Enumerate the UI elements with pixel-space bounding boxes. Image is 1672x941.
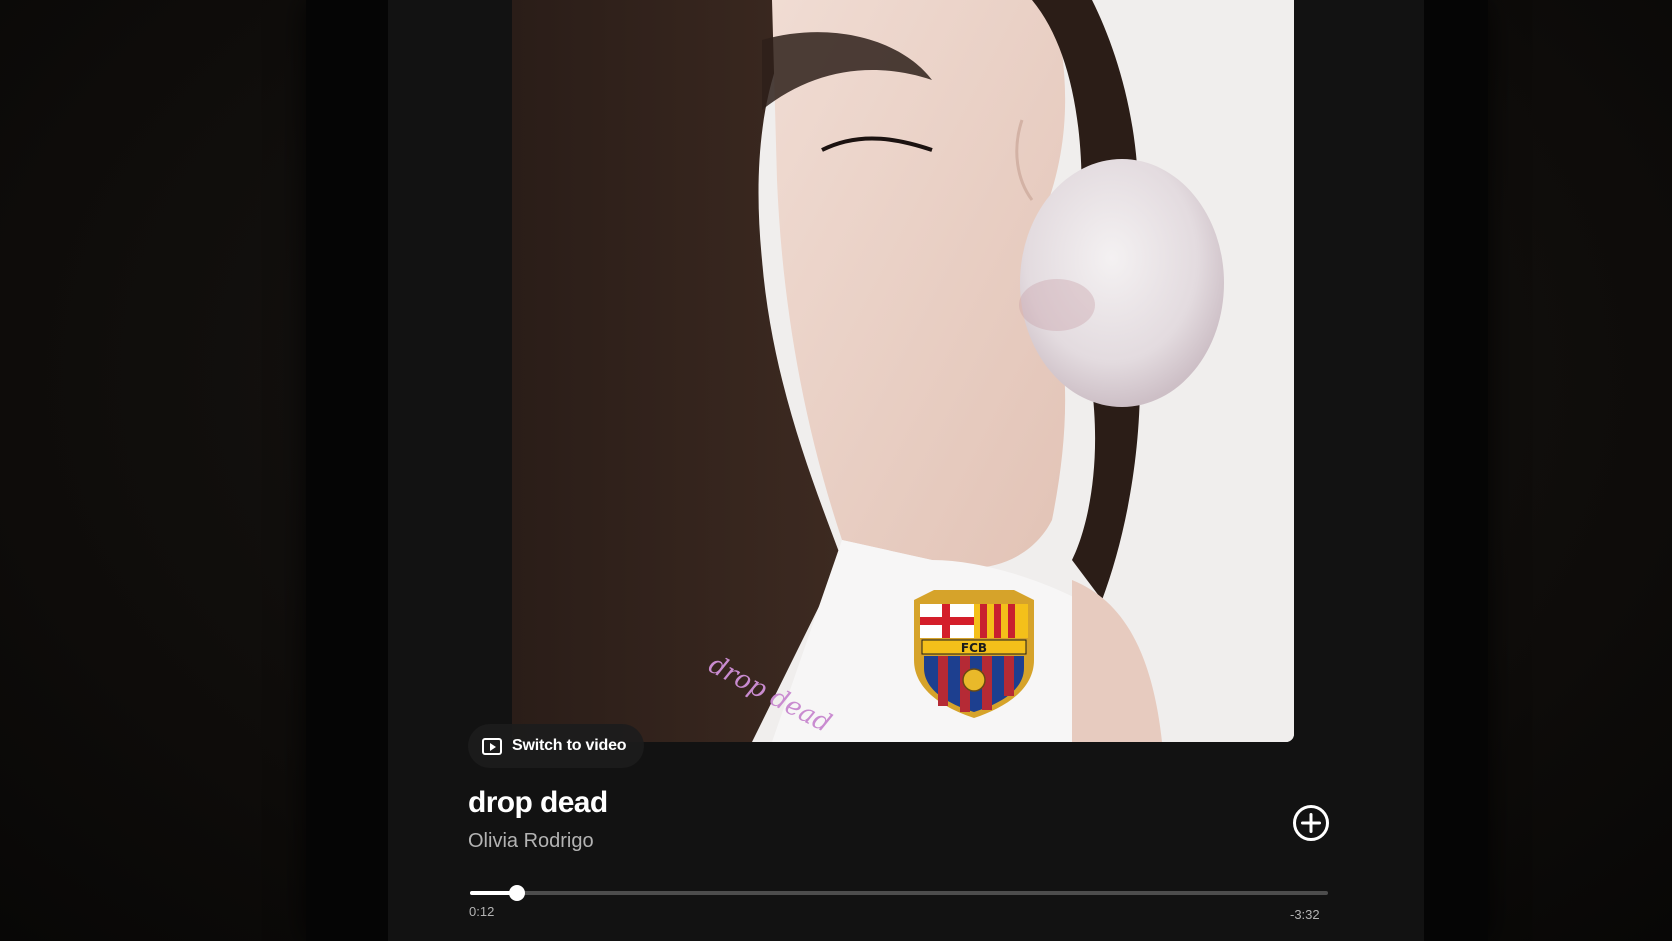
video-play-icon xyxy=(482,737,502,755)
track-title[interactable]: drop dead xyxy=(468,786,608,820)
remaining-time: -3:32 xyxy=(1290,907,1320,922)
progress-bar[interactable] xyxy=(470,885,1328,901)
add-circle-icon[interactable] xyxy=(1292,804,1330,842)
svg-text:FCB: FCB xyxy=(961,641,987,655)
switch-to-video-button[interactable]: Switch to video xyxy=(468,724,645,768)
elapsed-time: 0:12 xyxy=(469,904,495,919)
switch-to-video-label: Switch to video xyxy=(512,737,627,754)
photo-background: drop dead FCB Switch to video drop dead … xyxy=(0,0,1672,941)
track-artist[interactable]: Olivia Rodrigo xyxy=(468,830,594,853)
album-artwork: drop dead FCB xyxy=(512,0,1294,742)
